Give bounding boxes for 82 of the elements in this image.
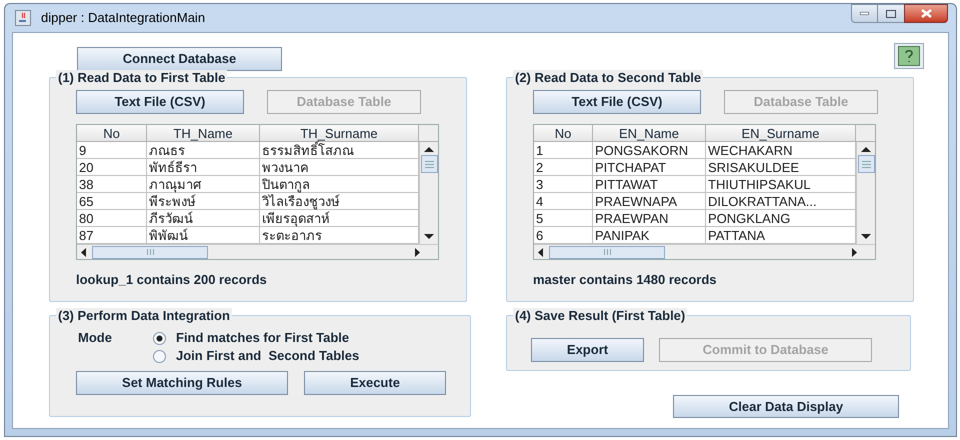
header-corner <box>419 125 438 142</box>
table-cell: PONGKLANG <box>706 210 856 227</box>
table-cell: พีระพงษ์ <box>147 193 260 210</box>
table-cell: ธรรมสิทธิ์โสภณ <box>260 142 419 159</box>
scroll-thumb[interactable] <box>420 155 438 173</box>
horizontal-scrollbar[interactable] <box>534 244 875 259</box>
scroll-thumb[interactable] <box>92 246 208 258</box>
scroll-left-arrow-icon <box>537 248 543 256</box>
scroll-right-arrow-icon <box>415 248 421 256</box>
scroll-down-arrow-icon <box>861 234 871 240</box>
table-cell: 9 <box>77 142 147 159</box>
export-button[interactable]: Export <box>531 338 644 362</box>
scroll-up-arrow-icon <box>424 146 434 152</box>
window-title: dipper : DataIntegrationMain <box>41 9 206 28</box>
table-cell: 5 <box>534 210 593 227</box>
close-button[interactable] <box>904 4 948 23</box>
execute-button[interactable]: Execute <box>304 371 446 395</box>
scroll-down-arrow-icon <box>424 234 434 240</box>
table-cell: ภาณุมาศ <box>147 176 260 193</box>
column-header[interactable]: No <box>534 125 593 142</box>
panel-title: (4) Save Result (First Table) <box>513 308 688 323</box>
mode-label: Mode <box>78 329 113 347</box>
table-cell: PITCHAPAT <box>593 159 706 176</box>
radio-label[interactable]: Find matches for First Table <box>176 328 350 348</box>
question-mark-icon <box>898 46 920 66</box>
table-cell: ภีรวัฒน์ <box>147 210 260 227</box>
table-cell: 4 <box>534 193 593 210</box>
text-file-csv-button[interactable]: Text File (CSV) <box>533 90 701 114</box>
radio-button[interactable] <box>153 332 166 344</box>
table-cell: THIUTHIPSAKUL <box>706 176 856 193</box>
radio-label[interactable]: Join First and Second Tables <box>176 346 360 366</box>
column-header[interactable]: TH_Surname <box>260 125 419 142</box>
column-header[interactable]: TH_Name <box>147 125 260 142</box>
table-cell: พวงนาค <box>260 159 419 176</box>
record-count-label: master contains 1480 records <box>533 271 718 289</box>
scroll-left-arrow-icon <box>80 248 86 256</box>
coffee-cup-icon <box>15 10 31 26</box>
maximize-icon <box>886 10 896 18</box>
table-cell: PRAEWNAPA <box>593 193 706 210</box>
close-icon <box>920 9 932 18</box>
vertical-scrollbar[interactable] <box>419 142 438 244</box>
table-cell: 38 <box>77 176 147 193</box>
vertical-scrollbar[interactable] <box>856 142 875 244</box>
table-cell: ภณธร <box>147 142 260 159</box>
panel-title: (2) Read Data to Second Table <box>513 70 704 85</box>
table-cell: 3 <box>534 176 593 193</box>
table-cell: PITTAWAT <box>593 176 706 193</box>
panel-title: (3) Perform Data Integration <box>56 308 232 323</box>
table-cell: SRISAKULDEE <box>706 159 856 176</box>
table-cell: PONGSAKORN <box>593 142 706 159</box>
horizontal-scrollbar[interactable] <box>77 244 438 259</box>
record-count-label: lookup_1 contains 200 records <box>76 271 268 289</box>
text-file-csv-button[interactable]: Text File (CSV) <box>76 90 244 114</box>
table-cell: 65 <box>77 193 147 210</box>
scroll-thumb[interactable] <box>549 246 665 258</box>
radio-button[interactable] <box>153 350 166 362</box>
set-matching-rules-button[interactable]: Set Matching Rules <box>76 371 288 395</box>
clear-data-display-button[interactable]: Clear Data Display <box>673 395 899 418</box>
scroll-up-arrow-icon <box>861 146 871 152</box>
connect-database-button[interactable]: Connect Database <box>77 47 282 71</box>
header-corner <box>856 125 875 142</box>
minimize-icon <box>860 12 869 15</box>
column-header[interactable]: No <box>77 125 147 142</box>
table-cell: DILOKRATTANA... <box>706 193 856 210</box>
table-cell: 20 <box>77 159 147 176</box>
table-cell: เพียรอุดสาห์ <box>260 210 419 227</box>
table-cell: 1 <box>534 142 593 159</box>
panel-title: (1) Read Data to First Table <box>56 70 228 85</box>
scroll-thumb[interactable] <box>858 155 874 173</box>
table-cell: WECHAKARN <box>706 142 856 159</box>
column-header[interactable]: EN_Name <box>593 125 706 142</box>
table-cell: PRAEWPAN <box>593 210 706 227</box>
column-header[interactable]: EN_Surname <box>706 125 856 142</box>
help-button[interactable] <box>894 43 924 69</box>
table-cell: พัทธ์ธีรา <box>147 159 260 176</box>
minimize-button[interactable] <box>851 4 878 23</box>
maximize-button[interactable] <box>878 4 904 23</box>
table-cell: วิไลเรืองชูวงษ์ <box>260 193 419 210</box>
scroll-right-arrow-icon <box>852 248 858 256</box>
table-cell: 80 <box>77 210 147 227</box>
table-cell: 2 <box>534 159 593 176</box>
table-cell: ปินตากูล <box>260 176 419 193</box>
